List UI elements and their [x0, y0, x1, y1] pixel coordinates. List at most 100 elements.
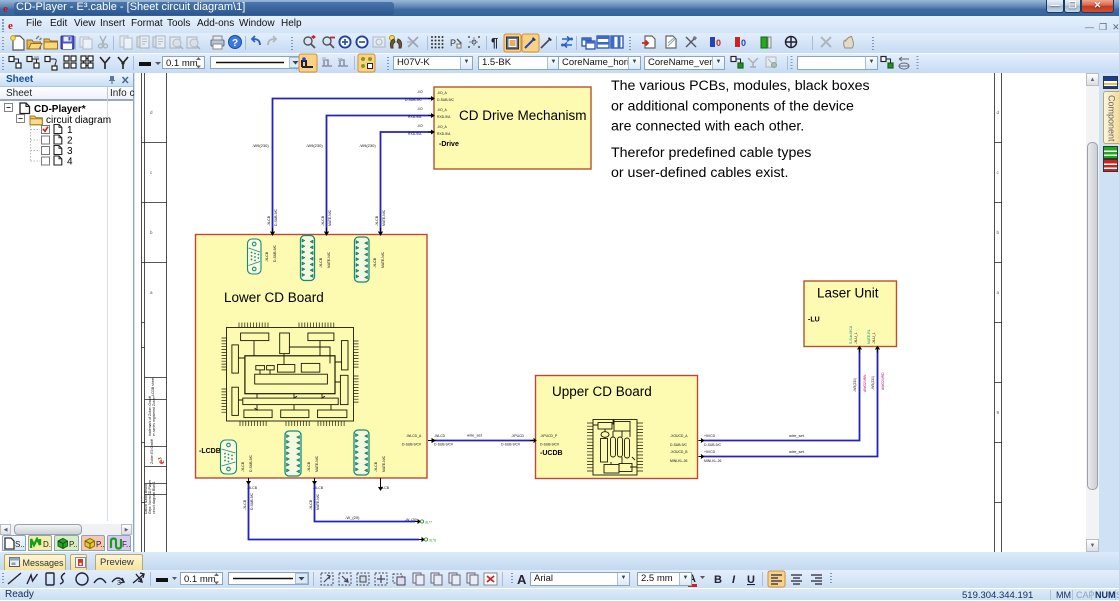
- svg-text:a: a: [997, 290, 1000, 295]
- svg-text:MATE-N/C: MATE-N/C: [328, 209, 332, 226]
- svg-text:RXD-9/A: RXD-9/A: [437, 115, 451, 119]
- svg-text:3L*6: 3L*6: [429, 539, 436, 543]
- svg-text:MINI-KL-26: MINI-KL-26: [704, 459, 721, 463]
- svg-text:wire_set: wire_set: [467, 433, 483, 438]
- svg-text:e: e: [8, 20, 13, 31]
- svg-text:-I/O: -I/O: [417, 90, 423, 94]
- svg-text:+5VCD: +5VCD: [704, 450, 716, 454]
- svg-text:Zuken E3 GmbH: Zuken E3 GmbH: [150, 438, 154, 464]
- svg-text:D-SUB-9/C#: D-SUB-9/C#: [402, 443, 421, 447]
- svg-text:D-SUB-9/C: D-SUB-9/C: [274, 208, 278, 226]
- svg-text:-XOUCD_A: -XOUCD_A: [670, 434, 688, 438]
- svg-text:circuit diagram Blatt 1: circuit diagram Blatt 1: [152, 481, 156, 514]
- svg-text:-XLU_1: -XLU_1: [854, 332, 858, 344]
- svg-text:0.1 mm: 0.1 mm: [166, 58, 198, 69]
- svg-text:CD Drive Mechanism: CD Drive Mechanism: [459, 108, 587, 123]
- svg-text:0.1 mm: 0.1 mm: [184, 574, 216, 585]
- svg-text:RXD-9/A: RXD-9/A: [408, 132, 422, 136]
- svg-text:-I/O_A: -I/O_A: [437, 91, 448, 95]
- svg-text:-XLCB: -XLCB: [247, 486, 258, 490]
- svg-text:-UCDB: -UCDB: [540, 450, 563, 457]
- svg-text:3: 3: [67, 146, 73, 157]
- svg-text:or user-defined cables exist.: or user-defined cables exist.: [611, 165, 788, 181]
- svg-text:-W9(230): -W9(230): [252, 143, 269, 148]
- svg-text:-XOUCD_B: -XOUCD_B: [670, 450, 688, 454]
- svg-text:-XLCB: -XLCB: [373, 257, 377, 268]
- svg-text:D-SUB-9/C: D-SUB-9/C: [405, 98, 423, 102]
- svg-text:-I/O: -I/O: [417, 124, 423, 128]
- svg-text:MATE-N/C: MATE-N/C: [381, 251, 385, 268]
- svg-text:Therefor predefined cable type: Therefor predefined cable types: [611, 145, 811, 161]
- svg-text:-XLU_1: -XLU_1: [872, 332, 876, 344]
- svg-text:D-SUB-9/C: D-SUB-9/C: [437, 98, 455, 102]
- svg-text:9: 9: [997, 410, 1000, 415]
- svg-text:wire_set: wire_set: [789, 449, 805, 454]
- svg-text:-I/O_A: -I/O_A: [437, 108, 448, 112]
- svg-text:D-SUB-9/C: D-SUB-9/C: [704, 443, 722, 447]
- svg-text:-LCDB: -LCDB: [199, 448, 221, 455]
- svg-text:U: U: [747, 574, 755, 586]
- svg-text:-XLCB: -XLCB: [309, 499, 313, 510]
- svg-text:0: 0: [716, 38, 721, 48]
- svg-text:A: A: [517, 572, 527, 587]
- svg-text:D-SUB-9/C: D-SUB-9/C: [273, 244, 277, 262]
- svg-text:-XLCB: -XLCB: [243, 499, 247, 510]
- svg-text:2: 2: [67, 136, 73, 147]
- svg-text:D-SUB-9/C: D-SUB-9/C: [670, 443, 688, 447]
- svg-text:d: d: [997, 110, 1000, 115]
- svg-text:1: 1: [67, 125, 73, 136]
- svg-text:-XLCB: -XLCB: [379, 486, 390, 490]
- svg-text:MATE-N/C: MATE-N/C: [315, 455, 319, 472]
- svg-text:Lower CD Board: Lower CD Board: [224, 290, 324, 305]
- svg-text:-XPUCD_P: -XPUCD_P: [540, 434, 558, 438]
- svg-text:4: 4: [67, 157, 73, 168]
- svg-text:D-SUB-9/C#: D-SUB-9/C#: [501, 443, 520, 447]
- svg-text:MATE-N/C: MATE-N/C: [327, 251, 331, 268]
- svg-text:I: I: [732, 574, 736, 586]
- svg-text:-W_(20): -W_(20): [345, 515, 360, 520]
- svg-text:The various PCBs, modules, bla: The various PCBs, modules, black boxes: [611, 78, 870, 94]
- svg-text:MATE-N/C: MATE-N/C: [382, 455, 386, 472]
- svg-text:-XLCB: -XLCB: [375, 215, 379, 226]
- svg-text:-XLCB: -XLCB: [267, 215, 271, 226]
- svg-text:¶: ¶: [491, 35, 498, 50]
- svg-text:3L*7: 3L*7: [425, 521, 432, 525]
- svg-text:MATE-N/C: MATE-N/C: [316, 493, 320, 510]
- svg-text:D-SUB-9/C#: D-SUB-9/C#: [540, 443, 559, 447]
- svg-text:-W5(230): -W5(230): [871, 376, 875, 390]
- svg-text:MATE-RL: MATE-RL: [867, 329, 871, 344]
- svg-text:RXD-9/A: RXD-9/A: [437, 132, 451, 136]
- svg-text:-W5(230): -W5(230): [853, 378, 857, 392]
- svg-text:or additional components of th: or additional components of the device: [611, 99, 854, 115]
- svg-text:e: e: [3, 3, 8, 14]
- svg-text:3: 3: [117, 580, 121, 587]
- svg-text:AWG20/BN: AWG20/BN: [863, 374, 867, 392]
- svg-text:D-SUB-9/C: D-SUB-9/C: [249, 454, 253, 472]
- svg-text:Upper CD Board: Upper CD Board: [552, 384, 652, 399]
- svg-text:-W_(20): -W_(20): [405, 518, 417, 522]
- svg-text:are connected with each other.: are connected with each other.: [611, 119, 804, 135]
- svg-text:CD-Player*: CD-Player*: [34, 104, 86, 115]
- svg-text:b: b: [997, 230, 1000, 235]
- svg-text:-XLCB: -XLCB: [241, 461, 245, 472]
- svg-text:MINI-KL-26: MINI-KL-26: [670, 459, 687, 463]
- svg-text:c: c: [997, 170, 1000, 175]
- svg-text:trademark of Zuken GmbH: trademark of Zuken GmbH: [148, 395, 152, 436]
- svg-text:wire_set: wire_set: [789, 433, 805, 438]
- svg-text:-WLCD_A: -WLCD_A: [406, 434, 422, 438]
- svg-text:S-Sub-MCA: S-Sub-MCA: [849, 325, 853, 344]
- svg-text:e³.series registered Zuken: e³.series registered Zuken: [152, 396, 156, 436]
- svg-text:-LCDB sheet: -LCDB sheet: [151, 378, 155, 397]
- svg-text:MATE-N/C: MATE-N/C: [382, 209, 386, 226]
- svg-text:AWG20/RD: AWG20/RD: [881, 372, 885, 390]
- svg-text:d: d: [150, 110, 153, 115]
- svg-text:-XPUCD: -XPUCD: [511, 434, 525, 438]
- svg-text:-XLCB: -XLCB: [321, 215, 325, 226]
- svg-text:-LU: -LU: [808, 317, 820, 324]
- svg-text:0: 0: [741, 38, 746, 48]
- svg-text:Laser Unit: Laser Unit: [817, 286, 879, 301]
- svg-text:-I/O: -I/O: [417, 107, 423, 111]
- svg-text:c: c: [150, 170, 153, 175]
- svg-text:-W9(230): -W9(230): [359, 143, 376, 148]
- svg-text:+5VCD: +5VCD: [704, 434, 716, 438]
